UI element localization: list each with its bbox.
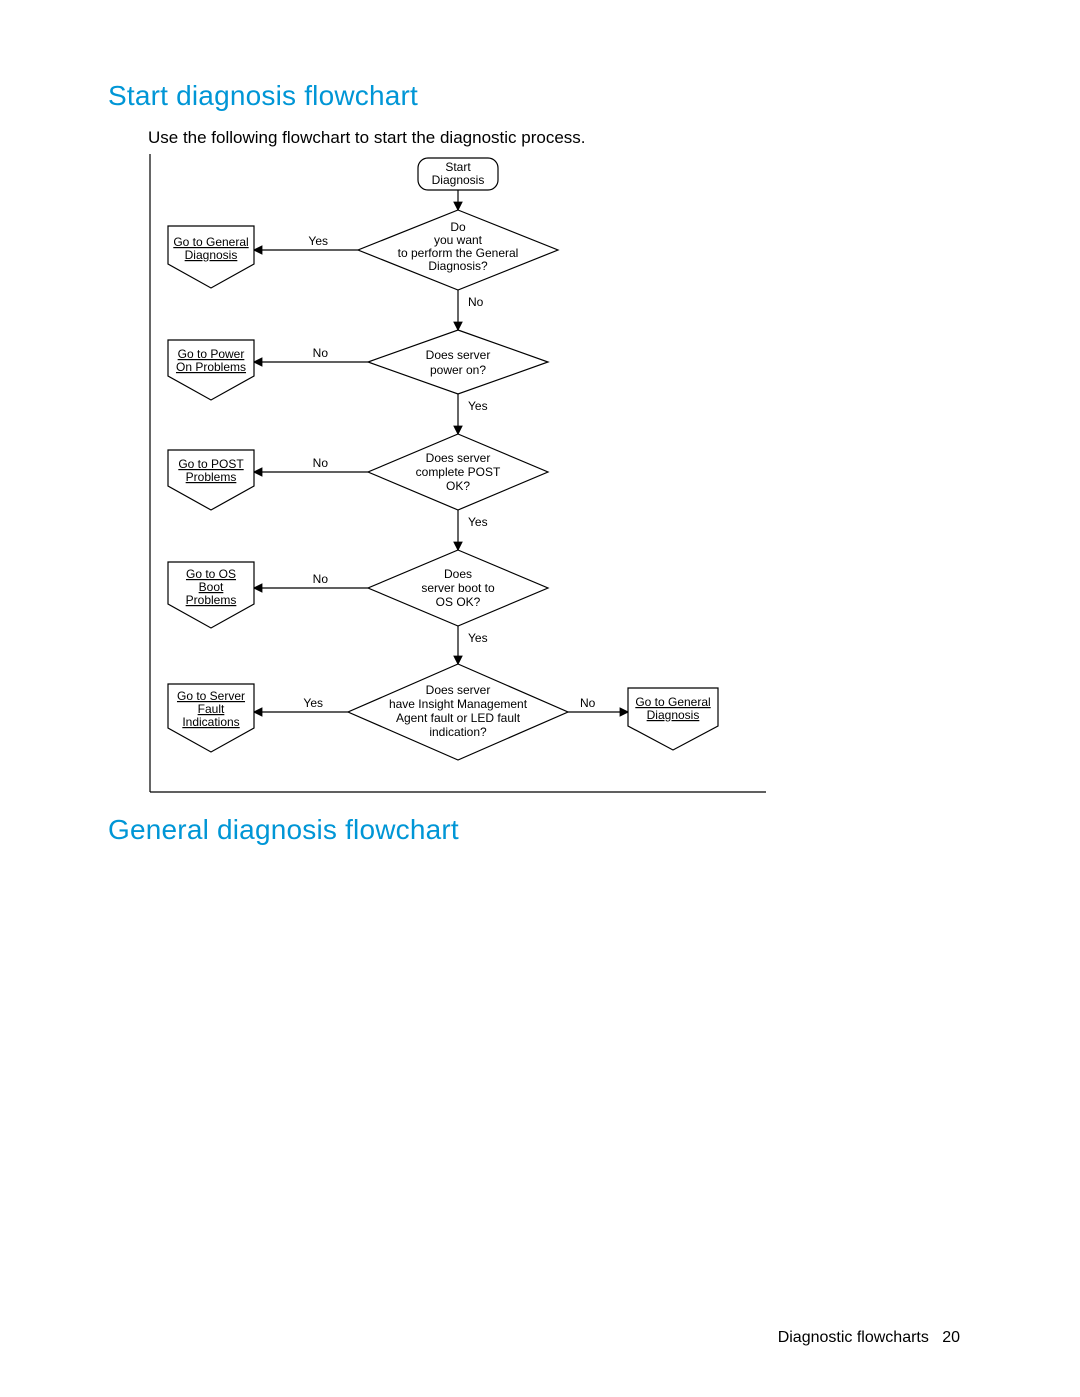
svg-text:No: No bbox=[313, 346, 329, 360]
svg-text:Yes: Yes bbox=[308, 234, 328, 248]
intro-text: Use the following flowchart to start the… bbox=[148, 128, 980, 148]
svg-text:On Problems: On Problems bbox=[176, 360, 246, 374]
svg-text:Yes: Yes bbox=[468, 515, 488, 529]
svg-text:No: No bbox=[468, 295, 484, 309]
svg-text:power on?: power on? bbox=[430, 363, 486, 377]
svg-text:Go to General: Go to General bbox=[173, 235, 248, 249]
svg-text:OS OK?: OS OK? bbox=[436, 595, 481, 609]
svg-text:Yes: Yes bbox=[303, 696, 323, 710]
svg-text:server boot to: server boot to bbox=[421, 581, 495, 595]
svg-text:Diagnosis?: Diagnosis? bbox=[428, 259, 488, 273]
svg-text:Fault: Fault bbox=[198, 702, 225, 716]
svg-text:Problems: Problems bbox=[186, 470, 237, 484]
svg-text:you want: you want bbox=[434, 233, 483, 247]
svg-text:Go to Power: Go to Power bbox=[178, 347, 245, 361]
svg-text:Agent fault or LED fault: Agent fault or LED fault bbox=[396, 711, 521, 725]
svg-text:Do: Do bbox=[450, 220, 466, 234]
svg-text:to perform the General: to perform the General bbox=[398, 246, 519, 260]
svg-text:Does: Does bbox=[444, 567, 472, 581]
svg-text:Indications: Indications bbox=[182, 715, 239, 729]
svg-text:Does server: Does server bbox=[426, 451, 491, 465]
footer-section: Diagnostic flowcharts bbox=[778, 1329, 929, 1346]
svg-text:Go to OS: Go to OS bbox=[186, 567, 236, 581]
flowchart-start-diagnosis: Start Diagnosis Do you want to perform t… bbox=[148, 154, 768, 794]
svg-text:indication?: indication? bbox=[429, 725, 487, 739]
svg-text:Yes: Yes bbox=[468, 631, 488, 645]
page-footer: Diagnostic flowcharts 20 bbox=[778, 1329, 960, 1347]
svg-text:Diagnosis: Diagnosis bbox=[185, 248, 238, 262]
svg-text:Go to POST: Go to POST bbox=[178, 457, 244, 471]
svg-text:No: No bbox=[313, 572, 329, 586]
svg-text:Diagnosis: Diagnosis bbox=[432, 173, 485, 187]
heading-general-diagnosis: General diagnosis flowchart bbox=[108, 814, 980, 846]
svg-text:OK?: OK? bbox=[446, 479, 470, 493]
svg-text:Start: Start bbox=[445, 160, 471, 174]
svg-text:No: No bbox=[313, 456, 329, 470]
svg-text:Does server: Does server bbox=[426, 683, 491, 697]
heading-start-diagnosis: Start diagnosis flowchart bbox=[108, 80, 980, 112]
svg-text:Problems: Problems bbox=[186, 593, 237, 607]
svg-text:No: No bbox=[580, 696, 596, 710]
svg-text:Go to Server: Go to Server bbox=[177, 689, 245, 703]
footer-page: 20 bbox=[942, 1329, 960, 1346]
svg-text:Does server: Does server bbox=[426, 348, 491, 362]
svg-text:Boot: Boot bbox=[199, 580, 224, 594]
svg-text:Go to General: Go to General bbox=[635, 695, 710, 709]
svg-text:have Insight Management: have Insight Management bbox=[389, 697, 528, 711]
svg-text:Diagnosis: Diagnosis bbox=[647, 708, 700, 722]
svg-text:complete POST: complete POST bbox=[416, 465, 501, 479]
svg-text:Yes: Yes bbox=[468, 399, 488, 413]
